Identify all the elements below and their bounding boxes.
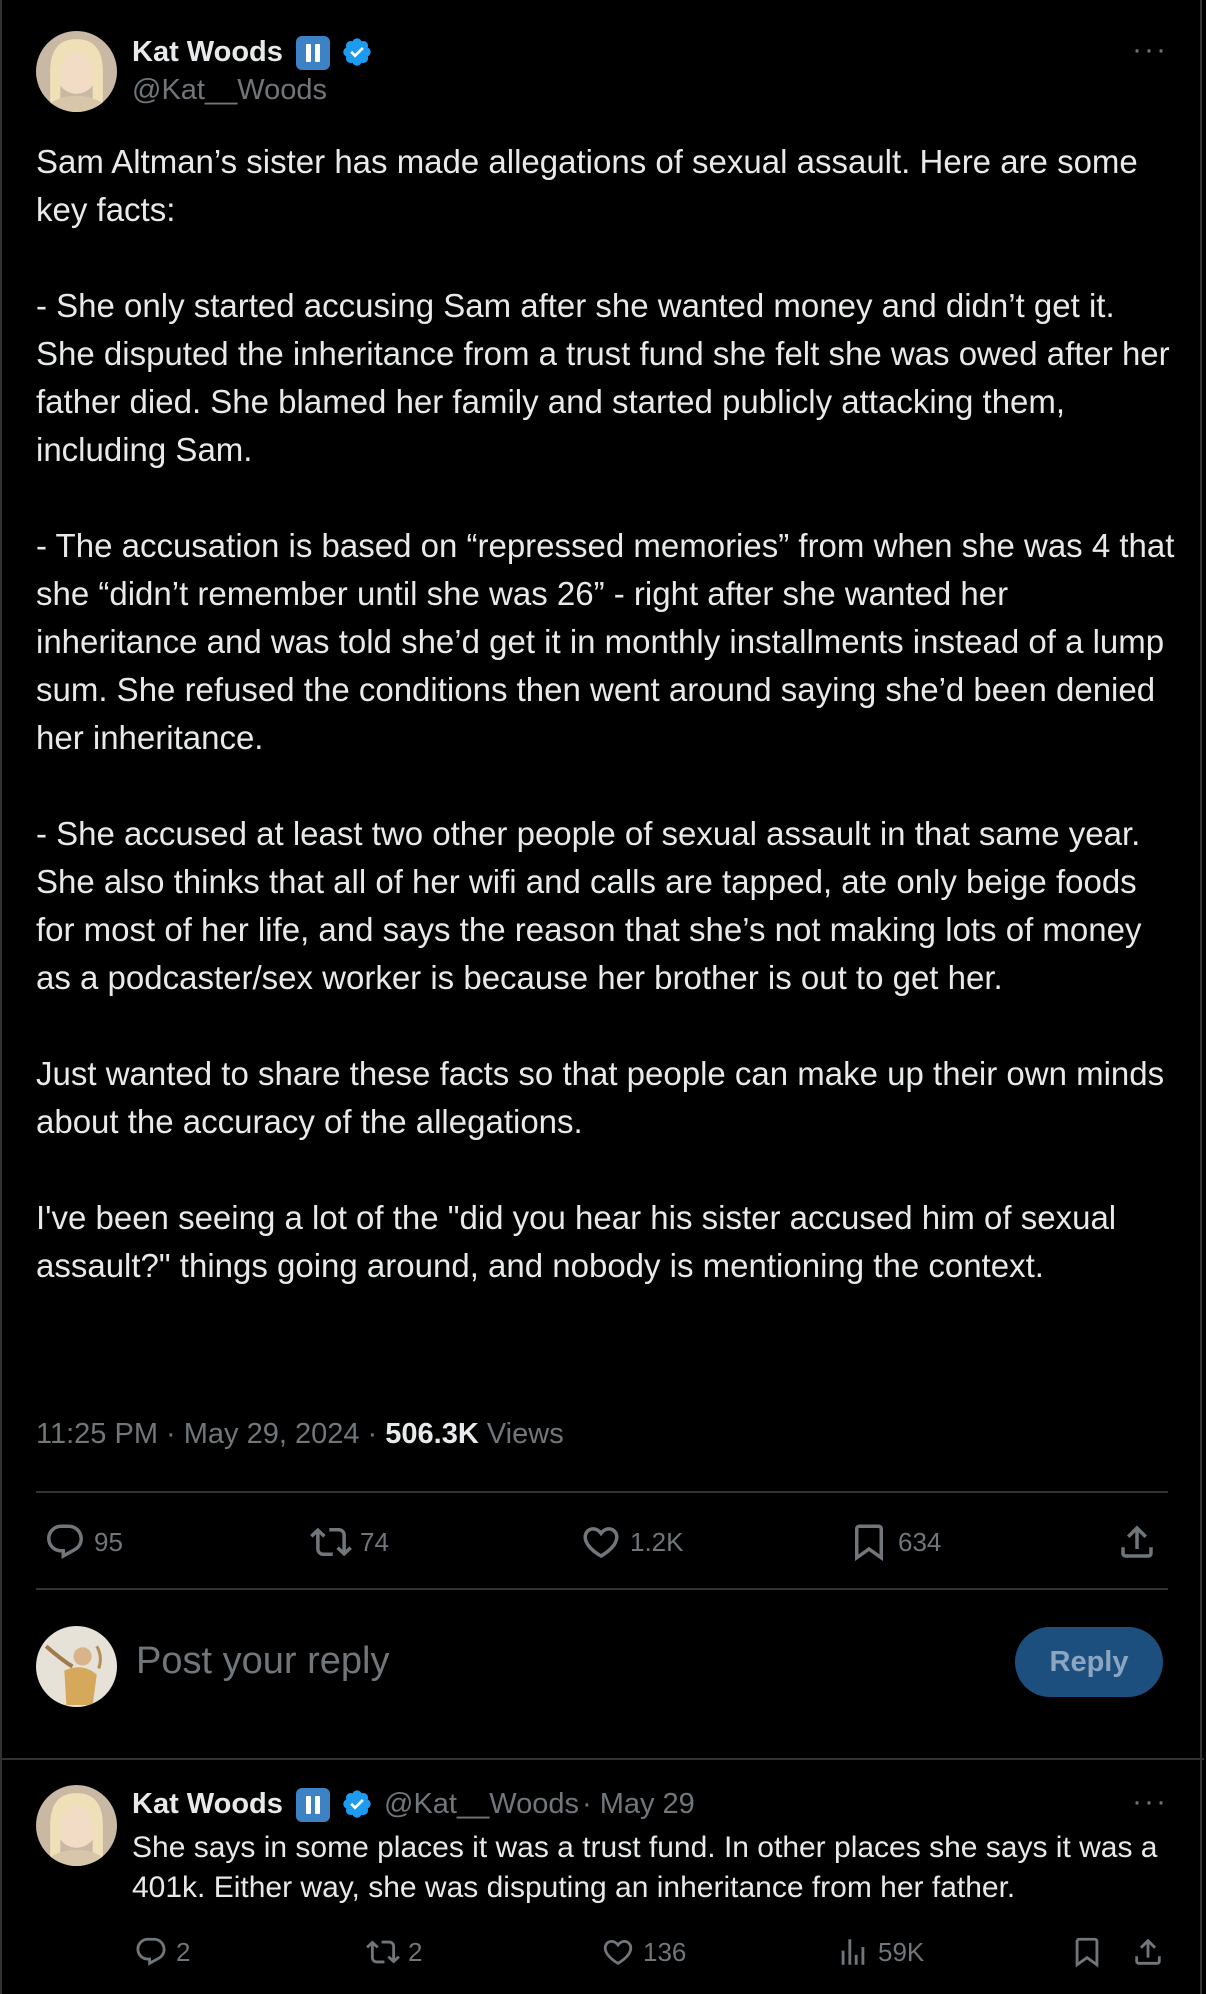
repost-count: 74	[360, 1526, 389, 1557]
views-icon	[841, 1939, 865, 1965]
meta-separator: ·	[157, 1418, 184, 1450]
reply-icon	[47, 1524, 83, 1559]
section-divider	[2, 1758, 1204, 1760]
reply-author-avatar[interactable]	[36, 1785, 117, 1866]
reply-views-count: 59K	[878, 1936, 925, 1967]
reply-author-handle[interactable]: @Kat__Woods	[384, 1788, 579, 1821]
views-label: Views	[486, 1418, 564, 1450]
bookmark-action-button[interactable]: 634	[848, 1521, 941, 1563]
reply-like-count: 136	[643, 1936, 687, 1967]
post-date[interactable]: May 29, 2024	[184, 1418, 360, 1450]
tweet-thread: Kat Woods @Kat__Woods ··· Sam Altman’s s…	[0, 0, 1204, 1994]
post-text: Sam Altman’s sister has made allegations…	[36, 143, 1175, 1284]
like-action-button[interactable]: 1.2K	[580, 1521, 684, 1563]
reply-like-button[interactable]: 136	[601, 1935, 686, 1969]
reply-date[interactable]: · May 29	[582, 1788, 695, 1821]
share-action-button[interactable]	[1116, 1521, 1158, 1563]
reply-share-button[interactable]	[1131, 1935, 1165, 1969]
more-options-icon[interactable]: ···	[1132, 35, 1168, 65]
share-icon	[1121, 1525, 1153, 1558]
meta-separator: ·	[359, 1418, 386, 1450]
like-count: 1.2K	[630, 1526, 684, 1557]
affiliate-badge-icon[interactable]	[296, 36, 330, 70]
post-time[interactable]: 11:25 PM	[36, 1418, 158, 1450]
divider	[36, 1588, 1168, 1590]
repost-icon	[366, 1940, 400, 1964]
author-avatar[interactable]	[36, 31, 117, 112]
bookmark-count: 634	[898, 1526, 942, 1557]
share-icon	[1135, 1938, 1161, 1965]
divider	[36, 1491, 1168, 1493]
my-avatar-image	[36, 1626, 117, 1707]
author-avatar-image	[36, 31, 117, 112]
reply-input[interactable]: Post your reply	[136, 1640, 389, 1683]
reply-count: 95	[94, 1526, 123, 1557]
reply-views-button[interactable]: 59K	[836, 1935, 924, 1969]
bookmark-icon	[855, 1524, 883, 1562]
reply-action-button[interactable]: 95	[44, 1521, 123, 1563]
reply-author-avatar-image	[36, 1785, 117, 1866]
reply-author-name[interactable]: Kat Woods	[132, 1788, 283, 1821]
reply-icon	[136, 1937, 166, 1966]
heart-icon	[583, 1527, 619, 1559]
verified-badge-icon[interactable]	[341, 36, 373, 68]
reply-reply-button[interactable]: 2	[134, 1935, 190, 1969]
heart-icon	[603, 1939, 633, 1965]
reply-text: She says in some places it was a trust f…	[132, 1831, 1158, 1904]
reply-reply-count: 2	[176, 1936, 191, 1967]
bookmark-icon	[1075, 1937, 1099, 1968]
reply-bookmark-button[interactable]	[1070, 1935, 1104, 1969]
reply-submit-button[interactable]: Reply	[1015, 1627, 1163, 1697]
author-handle[interactable]: @Kat__Woods	[132, 74, 327, 107]
reply-repost-button[interactable]: 2	[366, 1935, 422, 1969]
views-count: 506.3K	[385, 1418, 479, 1450]
verified-badge-icon[interactable]	[341, 1788, 373, 1820]
repost-action-button[interactable]: 74	[310, 1521, 389, 1563]
reply-repost-count: 2	[408, 1936, 423, 1967]
affiliate-badge-icon[interactable]	[296, 1788, 330, 1822]
my-avatar[interactable]	[36, 1626, 117, 1707]
reply-more-options-icon[interactable]: ···	[1132, 1787, 1168, 1817]
author-name[interactable]: Kat Woods	[132, 36, 283, 69]
post-meta: 11:25 PM · May 29, 2024 · 506.3K Views	[36, 1418, 564, 1451]
repost-icon	[310, 1527, 352, 1557]
